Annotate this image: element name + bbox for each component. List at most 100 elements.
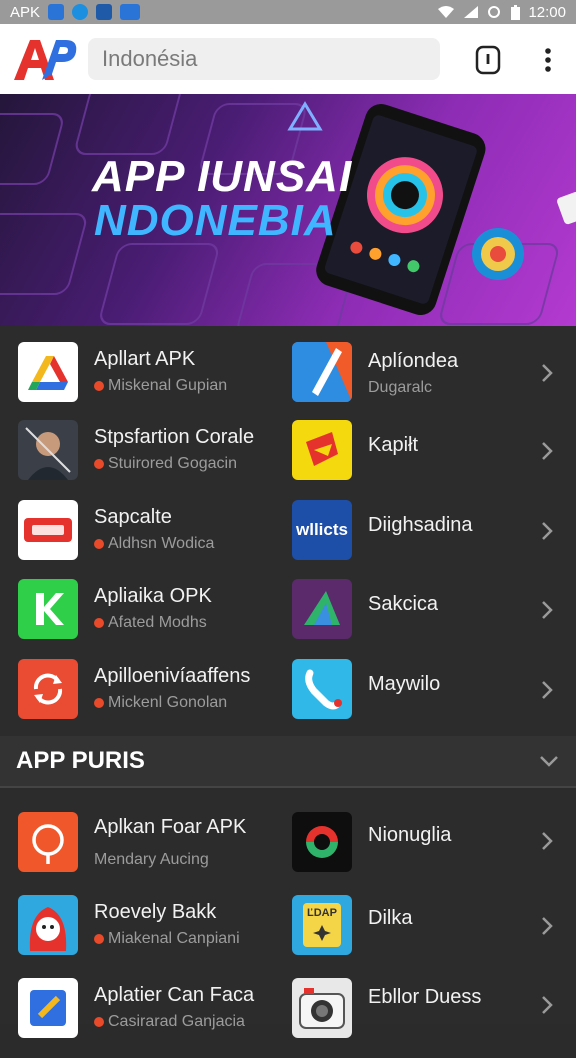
app-name: Roevely Bakk: [94, 901, 217, 923]
app-name: Apllart APK: [94, 348, 196, 370]
status-time: 12:00: [528, 3, 566, 21]
triangle-icon: [292, 579, 352, 639]
top-app-bar: [0, 24, 576, 94]
app-item[interactable]: Sakcica: [292, 579, 438, 639]
chevron-right-icon[interactable]: [536, 830, 558, 852]
fold-icon: [292, 420, 352, 480]
camera-icon: [292, 978, 352, 1038]
banner-subtitle: NDONEBIA: [94, 196, 337, 245]
pin-icon: [18, 812, 78, 872]
list-row: Roevely Bakk Miakenal Canpiani ĽDAP Dilk…: [0, 895, 576, 975]
battery-icon: [511, 4, 521, 20]
app-name: Aplíondea: [368, 350, 459, 372]
app-developer: Stuirored Gogacin: [94, 455, 254, 473]
list-row: Aplkan Foar APK Mendary Aucing Nionuglia: [0, 812, 576, 892]
app-logo[interactable]: [12, 34, 78, 84]
drive-icon: [18, 342, 78, 402]
portrait-icon: [18, 420, 78, 480]
wllicts-icon: wllicts: [292, 500, 352, 560]
app-name: Sakcica: [368, 593, 439, 615]
signal-icon: [464, 6, 479, 18]
app-item[interactable]: Ebllor Duess: [292, 978, 481, 1038]
app-name: Apilloenivíaaffens: [94, 665, 251, 687]
app-name: Dilka: [368, 907, 413, 929]
app-name: Nionuglia: [368, 824, 452, 846]
more-options-button[interactable]: [534, 44, 562, 76]
search-bar[interactable]: [88, 38, 440, 80]
app-name: Sapcalte: [94, 506, 172, 528]
more-vert-icon: [545, 48, 551, 72]
chevron-down-icon[interactable]: [538, 750, 560, 772]
tile-icon: [18, 978, 78, 1038]
app-list: Apllart APK Miskenal Gupian Aplíondea Du…: [0, 326, 576, 736]
list-row: Apliaika OPK Afated Modhs Sakcica: [0, 579, 576, 659]
app-developer: Dugaralc: [368, 379, 433, 396]
app-developer: Mendary Aucing: [94, 851, 209, 868]
notification-icon: [120, 4, 141, 20]
app-item[interactable]: Sapcalte Aldhsn Wodica: [18, 500, 214, 560]
bell-icon: [475, 45, 501, 75]
banner-title: APP IUNSAI: [92, 152, 353, 201]
notification-button[interactable]: [472, 44, 504, 76]
section-title: APP PURIS: [16, 747, 145, 774]
app-item[interactable]: Stpsfartion Corale Stuirored Gogacin: [18, 420, 254, 480]
app-item[interactable]: Apllart APK Miskenal Gupian: [18, 342, 227, 402]
chevron-right-icon[interactable]: [536, 994, 558, 1016]
data-icon: [488, 6, 501, 18]
app-item[interactable]: Aplatier Can Faca Casirarad Ganjacia: [18, 978, 254, 1038]
list-row: Sapcalte Aldhsn Wodica wllicts Diighsadi…: [0, 500, 576, 580]
app-name: Stpsfartion Corale: [94, 426, 255, 448]
app-item[interactable]: Apliaika OPK Afated Modhs: [18, 579, 212, 639]
app-developer: Casirarad Ganjacia: [94, 1013, 254, 1031]
status-bar: APK 12:00: [0, 0, 576, 24]
face-icon: [18, 895, 78, 955]
notification-icon: [96, 4, 113, 20]
ring-icon: [292, 812, 352, 872]
card-icon: ĽDAP: [292, 895, 352, 955]
list-row: Apllart APK Miskenal Gupian Aplíondea Du…: [0, 342, 576, 422]
app-name: Kapiłt: [368, 434, 419, 456]
app-item[interactable]: Aplkan Foar APK Mendary Aucing: [18, 812, 246, 872]
app-item[interactable]: Maywilo: [292, 659, 440, 719]
app-name: Aplkan Foar APK: [94, 816, 247, 838]
status-app-label: APK: [10, 3, 41, 21]
app-developer: Mickenl Gonolan: [94, 694, 250, 712]
search-input[interactable]: [102, 46, 440, 72]
app-item[interactable]: wllicts Diighsadina: [292, 500, 473, 560]
chevron-right-icon[interactable]: [536, 599, 558, 621]
app-item[interactable]: Kapiłt: [292, 420, 418, 480]
chevron-right-icon[interactable]: [536, 362, 558, 384]
app-list-section: Aplkan Foar APK Mendary Aucing Nionuglia…: [0, 790, 576, 1038]
notification-icon: [48, 4, 65, 20]
notification-icon: [72, 4, 89, 20]
chevron-right-icon[interactable]: [536, 440, 558, 462]
app-name: Ebllor Duess: [368, 986, 482, 1008]
chevron-right-icon[interactable]: [536, 915, 558, 937]
app-developer: Miakenal Canpiani: [94, 930, 240, 948]
wifi-icon: [438, 6, 455, 18]
app-name: Apliaika OPK: [94, 585, 212, 607]
app-item[interactable]: Aplíondea Dugaralc: [292, 342, 458, 402]
chevron-right-icon[interactable]: [536, 520, 558, 542]
badge-icon: [18, 500, 78, 560]
app-name: Aplatier Can Faca: [94, 984, 255, 1006]
app-developer: Miskenal Gupian: [94, 377, 227, 395]
app-name: Diighsadina: [368, 514, 473, 536]
phone-icon: [292, 659, 352, 719]
app-name: Maywilo: [368, 673, 441, 695]
app-item[interactable]: Apilloenivíaaffens Mickenl Gonolan: [18, 659, 250, 719]
wedge-icon: [292, 342, 352, 402]
list-row: Stpsfartion Corale Stuirored Gogacin Kap…: [0, 420, 576, 500]
section-header[interactable]: APP PURIS: [0, 736, 576, 788]
app-developer: Afated Modhs: [94, 614, 212, 632]
chevron-right-icon[interactable]: [536, 679, 558, 701]
refresh-icon: [18, 659, 78, 719]
app-item[interactable]: ĽDAP Dilka: [292, 895, 412, 955]
app-item[interactable]: Nionuglia: [292, 812, 451, 872]
list-row: Apilloenivíaaffens Mickenl Gonolan Maywi…: [0, 659, 576, 739]
k-icon: [18, 579, 78, 639]
list-row: Aplatier Can Faca Casirarad Ganjacia Ebl…: [0, 978, 576, 1058]
app-developer: Aldhsn Wodica: [94, 535, 214, 553]
app-item[interactable]: Roevely Bakk Miakenal Canpiani: [18, 895, 240, 955]
promo-banner[interactable]: APP IUNSAI NDONEBIA: [0, 94, 576, 326]
